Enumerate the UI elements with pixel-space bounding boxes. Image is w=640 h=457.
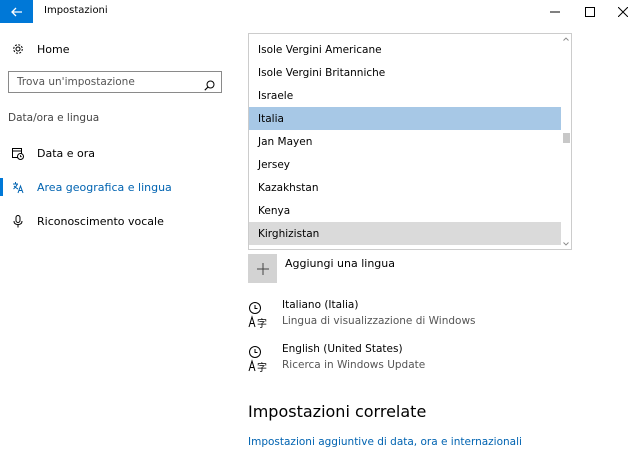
language-item[interactable]: 字 English (United States) Ricerca in Win… xyxy=(248,343,548,377)
dropdown-option[interactable]: Israele xyxy=(249,84,562,107)
region-language-icon xyxy=(12,180,24,194)
language-name: English (United States) xyxy=(282,343,403,355)
dropdown-option-hover[interactable]: Kirghizistan xyxy=(249,222,562,245)
dropdown-scrollbar[interactable] xyxy=(561,34,571,249)
sidebar-item-label: Riconoscimento vocale xyxy=(37,214,164,228)
title-bar: Impostazioni xyxy=(0,0,640,23)
settings-search-input[interactable]: Trova un'impostazione xyxy=(8,71,222,93)
add-language-label: Aggiungi una lingua xyxy=(285,257,395,270)
scroll-up-icon[interactable] xyxy=(561,34,571,44)
sidebar-item-riconoscimento-vocale[interactable]: Riconoscimento vocale xyxy=(0,208,230,234)
dropdown-option[interactable]: Jersey xyxy=(249,153,562,176)
calendar-clock-icon xyxy=(12,146,24,160)
search-placeholder: Trova un'impostazione xyxy=(17,76,135,88)
language-glyph-icon: 字 xyxy=(248,301,272,330)
search-icon[interactable] xyxy=(204,76,215,95)
svg-text:字: 字 xyxy=(257,317,267,329)
language-glyph-icon: 字 xyxy=(248,345,272,374)
plus-icon xyxy=(248,254,277,283)
back-arrow-icon xyxy=(10,7,22,16)
country-region-dropdown-list[interactable]: Isole Vergini Americane Isole Vergini Br… xyxy=(248,33,572,250)
language-description: Ricerca in Windows Update xyxy=(282,359,426,371)
gear-icon xyxy=(12,42,24,56)
active-indicator xyxy=(0,178,3,196)
dropdown-option[interactable]: Isole Vergini Britanniche xyxy=(249,61,562,84)
home-nav-item[interactable]: Home xyxy=(0,37,230,61)
home-label: Home xyxy=(37,42,70,56)
dropdown-option[interactable]: Jan Mayen xyxy=(249,130,562,153)
dropdown-option-selected[interactable]: Italia xyxy=(249,107,562,130)
add-language-button[interactable]: Aggiungi una lingua xyxy=(248,254,395,286)
close-button[interactable] xyxy=(606,0,640,23)
sidebar: Home Trova un'impostazione Data/ora e li… xyxy=(0,23,230,457)
microphone-icon xyxy=(12,214,24,228)
minimize-icon xyxy=(550,11,560,12)
related-settings-heading: Impostazioni correlate xyxy=(248,402,427,421)
sidebar-item-label: Data e ora xyxy=(37,146,96,160)
language-item[interactable]: 字 Italiano (Italia) Lingua di visualizza… xyxy=(248,299,548,333)
additional-settings-link[interactable]: Impostazioni aggiuntive di data, ora e i… xyxy=(248,436,522,448)
back-button[interactable] xyxy=(0,0,33,23)
scroll-down-icon[interactable] xyxy=(561,239,571,249)
sidebar-item-area-geografica[interactable]: Area geografica e lingua xyxy=(0,174,230,200)
window-title: Impostazioni xyxy=(44,5,108,16)
minimize-button[interactable] xyxy=(538,0,572,23)
dropdown-option[interactable]: Isole Vergini Americane xyxy=(249,38,562,61)
maximize-icon xyxy=(585,6,595,17)
scroll-thumb[interactable] xyxy=(563,133,570,143)
maximize-button[interactable] xyxy=(573,0,607,23)
sidebar-item-label: Area geografica e lingua xyxy=(37,180,172,194)
sidebar-item-data-e-ora[interactable]: Data e ora xyxy=(0,140,230,166)
language-description: Lingua di visualizzazione di Windows xyxy=(282,315,476,327)
dropdown-option[interactable]: Kazakhstan xyxy=(249,176,562,199)
svg-text:字: 字 xyxy=(257,361,267,373)
dropdown-option[interactable]: Kenya xyxy=(249,199,562,222)
close-icon xyxy=(618,6,628,17)
language-name: Italiano (Italia) xyxy=(282,299,359,311)
section-heading: Data/ora e lingua xyxy=(8,112,100,124)
